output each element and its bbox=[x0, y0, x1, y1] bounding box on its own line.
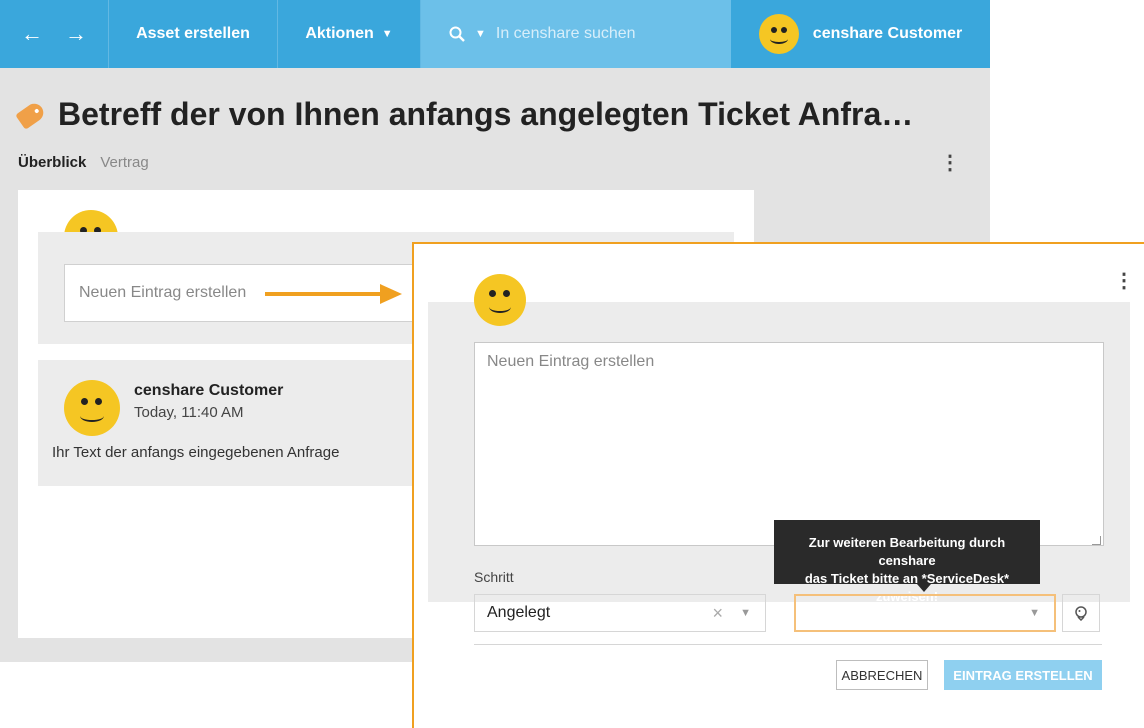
chevron-down-icon[interactable]: ▼ bbox=[1029, 607, 1040, 619]
page-header: Betreff der von Ihnen anfangs angelegten… bbox=[15, 96, 914, 133]
callout-arrow bbox=[265, 292, 383, 296]
clear-icon[interactable]: × bbox=[712, 603, 723, 624]
avatar bbox=[64, 380, 120, 436]
cancel-button[interactable]: ABBRECHEN bbox=[836, 660, 928, 690]
search-bar[interactable]: ▼ In censhare suchen bbox=[421, 0, 731, 68]
entry-author: censhare Customer bbox=[134, 382, 284, 399]
avatar bbox=[474, 274, 526, 326]
assignee-select[interactable]: ▼ bbox=[794, 594, 1056, 632]
more-options-icon[interactable]: ⋮ bbox=[940, 150, 960, 175]
divider bbox=[474, 644, 1102, 645]
ticket-tag-icon bbox=[15, 99, 47, 130]
page-title: Betreff der von Ihnen anfangs angelegten… bbox=[58, 96, 914, 132]
tab-overview[interactable]: Überblick bbox=[18, 154, 86, 171]
new-entry-dialog: ⋮ Neuen Eintrag erstellen Zur weiteren B… bbox=[412, 242, 1144, 728]
top-navigation-bar: ← → Asset erstellen Aktionen ▼ ▼ In cens… bbox=[0, 0, 990, 68]
caret-down-icon: ▼ bbox=[381, 28, 393, 40]
user-name: censhare Customer bbox=[812, 25, 963, 42]
assign-hint-tooltip: Zur weiteren Bearbeitung durch censhare … bbox=[774, 520, 1040, 604]
search-icon bbox=[449, 26, 465, 42]
entry-text: Ihr Text der anfangs eingegebenen Anfrag… bbox=[52, 444, 340, 461]
avatar bbox=[758, 14, 799, 54]
tab-bar: Überblick Vertrag bbox=[18, 154, 149, 171]
search-scope-caret-icon[interactable]: ▼ bbox=[475, 28, 486, 40]
resize-handle-icon[interactable] bbox=[1092, 536, 1101, 545]
arrow-left-icon[interactable]: ← bbox=[21, 21, 43, 47]
chevron-down-icon[interactable]: ▼ bbox=[740, 607, 751, 619]
entry-timestamp: Today, 11:40 AM bbox=[134, 404, 244, 421]
search-input[interactable]: In censhare suchen bbox=[496, 25, 636, 43]
history-nav: ← → bbox=[0, 0, 109, 68]
assign-person-button[interactable] bbox=[1062, 594, 1100, 632]
create-asset-button[interactable]: Asset erstellen bbox=[109, 0, 278, 68]
user-menu[interactable]: censhare Customer bbox=[731, 0, 990, 68]
create-entry-button[interactable]: EINTRAG ERSTELLEN bbox=[944, 660, 1102, 690]
callout-arrowhead bbox=[380, 284, 402, 304]
entry-textarea[interactable]: Neuen Eintrag erstellen bbox=[474, 342, 1104, 546]
more-options-icon[interactable]: ⋮ bbox=[1114, 268, 1134, 293]
person-icon bbox=[1075, 606, 1087, 621]
arrow-right-icon[interactable]: → bbox=[65, 21, 87, 47]
step-label: Schritt bbox=[474, 569, 514, 585]
tab-contract[interactable]: Vertrag bbox=[100, 154, 148, 171]
actions-menu-button[interactable]: Aktionen ▼ bbox=[278, 0, 421, 68]
step-select[interactable]: Angelegt × ▼ bbox=[474, 594, 766, 632]
step-select-value: Angelegt bbox=[487, 604, 551, 621]
